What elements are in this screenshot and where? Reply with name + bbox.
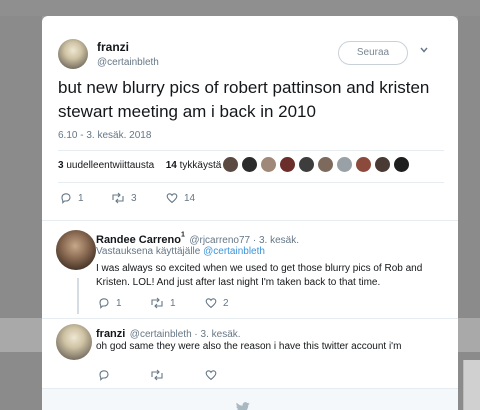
retweet-icon [151,369,163,381]
divider [42,318,458,319]
reply-icon [99,298,109,309]
tweet-modal: franzi @certainbleth Seuraa but new blur… [42,16,458,410]
twitter-bird-icon [236,402,250,410]
retweet-button[interactable] [150,369,164,381]
liker-avatar[interactable] [222,156,239,173]
liker-avatar[interactable] [317,156,334,173]
heart-icon [205,298,217,309]
retweet-count: 3 [131,192,137,204]
author-name[interactable]: franzi [97,40,129,54]
reply-text: oh god same they were also the reason i … [96,341,402,352]
follow-button[interactable]: Seuraa [338,41,408,65]
like-count: 14 [184,192,196,204]
reply-meta[interactable]: @rjcarreno77 · 3. kesäk. [189,235,299,246]
retweet-icon [151,297,163,309]
like-button[interactable]: 2 [205,297,229,309]
page-background-band-right [458,318,480,352]
retweet-count: 1 [170,297,176,309]
page-background-band [0,318,42,352]
page-scrollbar[interactable] [463,360,480,410]
liker-avatar[interactable] [241,156,258,173]
likes-label[interactable]: tykkäystä [180,160,222,171]
reply-author-badge: 1 [180,231,185,239]
reply-meta[interactable]: @certainbleth · 3. kesäk. [130,329,241,340]
replying-to-prefix: Vastauksena käyttäjälle [96,246,201,257]
retweet-button[interactable]: 3 [111,192,137,204]
reply-count: 1 [78,192,84,204]
liker-avatar[interactable] [298,156,315,173]
retweets-count[interactable]: 3 [58,160,64,171]
thread-connector-line [77,278,79,314]
tweet-stats: 3 uudelleentwiittausta 14 tykkäystä [58,160,221,171]
author-avatar[interactable] [58,39,88,69]
liker-avatar[interactable] [374,156,391,173]
reply-icon [61,193,71,204]
reply-count: 1 [116,297,122,309]
retweets-label[interactable]: uudelleentwiittausta [66,160,154,171]
liker-avatar[interactable] [336,156,353,173]
heart-icon [166,193,178,204]
liker-avatar[interactable] [260,156,277,173]
reply-button[interactable] [98,369,110,381]
reply-avatar[interactable] [56,324,92,360]
tweet-timestamp[interactable]: 6.10 - 3. kesäk. 2018 [58,130,151,141]
reply-text: I was always so excited when we used to … [96,263,423,288]
modal-footer [42,388,458,410]
divider [42,220,458,221]
replying-to: Vastauksena käyttäjälle @certainbleth [96,246,265,257]
liker-avatar[interactable] [279,156,296,173]
replying-to-handle[interactable]: @certainbleth [203,246,265,257]
reply-icon [99,370,109,381]
reply-author-name[interactable]: Randee Carreno [96,234,181,246]
liker-avatar[interactable] [393,156,410,173]
chevron-down-icon[interactable] [419,45,429,55]
divider [58,182,444,183]
divider [58,150,444,151]
retweet-button[interactable]: 1 [150,297,176,309]
like-button[interactable] [205,369,217,381]
retweet-icon [112,192,124,204]
like-button[interactable]: 14 [166,192,195,204]
likes-count[interactable]: 14 [166,160,177,171]
reply-avatar[interactable] [56,230,96,270]
liker-avatar[interactable] [355,156,372,173]
reply-button[interactable]: 1 [60,192,84,204]
author-handle[interactable]: @certainbleth [97,57,159,68]
heart-icon [205,370,217,381]
like-count: 2 [223,297,229,309]
page-background-top [0,0,480,16]
reply-button[interactable]: 1 [98,297,122,309]
tweet-text: but new blurry pics of robert pattinson … [58,78,430,121]
reply-author-name[interactable]: franzi [96,328,125,340]
